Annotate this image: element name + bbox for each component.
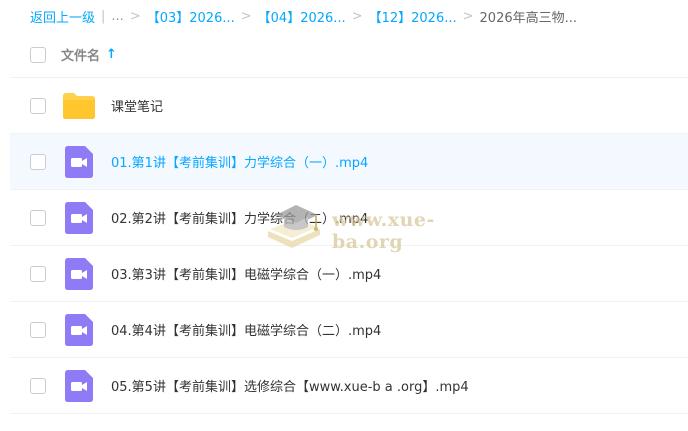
list-item-video[interactable]: 02.第2讲【考前集训】力学综合（二）.mp4 (10, 190, 688, 246)
file-name[interactable]: 课堂笔记 (111, 96, 163, 115)
breadcrumb-ellipsis[interactable]: ... (111, 9, 123, 24)
select-all-checkbox[interactable] (30, 46, 46, 63)
video-file-icon (62, 313, 96, 347)
folder-icon (62, 89, 96, 123)
file-list: 文件名 ↑ 课堂笔记 01.第1讲【考前集训】力学综合（一）.mp4 02.第2… (10, 32, 688, 414)
back-link[interactable]: 返回上一级 (30, 7, 95, 26)
breadcrumb: 返回上一级 | ... > 【03】2026... > 【04】2026... … (0, 0, 688, 32)
video-file-icon (62, 145, 96, 179)
breadcrumb-current: 2026年高三物... (479, 10, 578, 26)
row-checkbox[interactable] (30, 153, 46, 170)
video-file-icon (62, 201, 96, 235)
row-checkbox[interactable] (30, 321, 46, 338)
breadcrumb-divider: | (101, 8, 106, 24)
list-item-video[interactable]: 01.第1讲【考前集训】力学综合（一）.mp4 (10, 134, 688, 190)
list-item-video[interactable]: 05.第5讲【考前集训】选修综合【www.xue-b a .org】.mp4 (10, 358, 688, 414)
row-checkbox[interactable] (30, 97, 46, 114)
breadcrumb-chevron: > (129, 8, 141, 24)
row-checkbox[interactable] (30, 377, 46, 394)
breadcrumb-chevron: > (462, 8, 474, 24)
video-file-icon (62, 369, 96, 403)
breadcrumb-chevron: > (351, 8, 363, 24)
breadcrumb-item-3[interactable]: 【12】2026... (369, 7, 457, 26)
file-list-header: 文件名 ↑ (10, 32, 688, 78)
file-name[interactable]: 03.第3讲【考前集训】电磁学综合（一）.mp4 (111, 264, 381, 283)
list-item-folder[interactable]: 课堂笔记 (10, 78, 688, 134)
breadcrumb-item-2[interactable]: 【04】2026... (258, 7, 346, 26)
breadcrumb-chevron: > (240, 8, 252, 24)
list-item-video[interactable]: 04.第4讲【考前集训】电磁学综合（二）.mp4 (10, 302, 688, 358)
row-checkbox[interactable] (30, 209, 46, 226)
list-item-video[interactable]: 03.第3讲【考前集训】电磁学综合（一）.mp4 (10, 246, 688, 302)
file-name[interactable]: 01.第1讲【考前集训】力学综合（一）.mp4 (111, 152, 368, 171)
filename-column-label: 文件名 (61, 49, 101, 64)
row-checkbox[interactable] (30, 265, 46, 282)
video-file-icon (62, 257, 96, 291)
filename-column-header[interactable]: 文件名 ↑ (61, 45, 117, 64)
file-name[interactable]: 05.第5讲【考前集训】选修综合【www.xue-b a .org】.mp4 (111, 376, 469, 395)
file-name[interactable]: 04.第4讲【考前集训】电磁学综合（二）.mp4 (111, 320, 381, 339)
breadcrumb-item-1[interactable]: 【03】2026... (147, 7, 235, 26)
sort-ascending-icon[interactable]: ↑ (106, 48, 117, 61)
file-name[interactable]: 02.第2讲【考前集训】力学综合（二）.mp4 (111, 208, 368, 227)
